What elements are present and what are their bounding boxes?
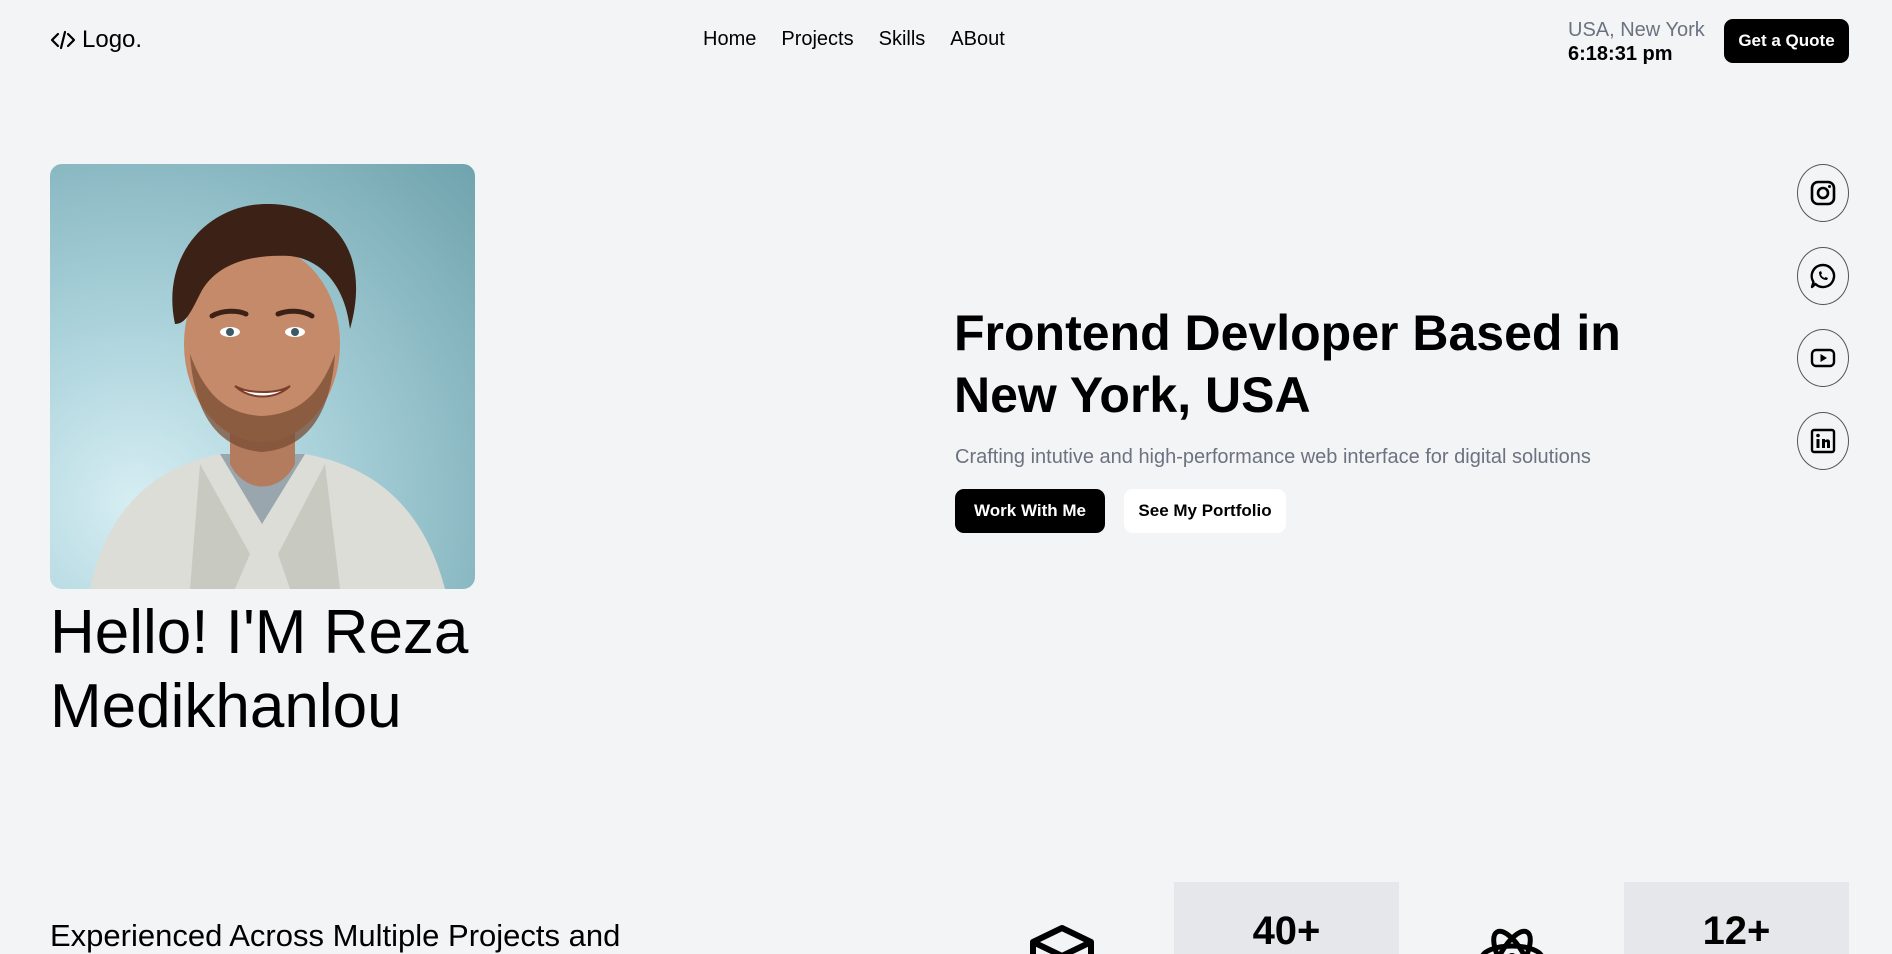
work-with-me-button[interactable]: Work With Me <box>955 489 1105 533</box>
logo-text: Logo. <box>82 26 143 53</box>
hero-title: Frontend Devloper Based in New York, USA <box>954 305 1621 423</box>
location-city: USA, New York <box>1568 19 1705 41</box>
location-clock: USA, New York 6:18:31 pm <box>1568 18 1705 66</box>
hero-subtitle: Crafting intutive and high-performance w… <box>955 446 1591 468</box>
whatsapp-link[interactable] <box>1797 247 1849 305</box>
nav-skills[interactable]: Skills <box>879 28 926 51</box>
code-icon <box>50 30 76 50</box>
profile-photo <box>50 164 475 589</box>
see-my-portfolio-button[interactable]: See My Portfolio <box>1124 489 1286 533</box>
youtube-link[interactable] <box>1797 329 1849 387</box>
experience-headline: Experienced Across Multiple Projects and <box>50 918 621 953</box>
page: Logo. Home Projects Skills ABout USA, Ne… <box>0 0 1892 954</box>
react-icon <box>1480 928 1544 954</box>
instagram-link[interactable] <box>1797 164 1849 222</box>
stat-value: 12+ <box>1702 909 1771 953</box>
linkedin-link[interactable] <box>1797 412 1849 470</box>
greeting-heading: Hello! I'M Reza Medikhanlou <box>50 598 469 741</box>
local-time: 6:18:31 pm <box>1568 43 1673 65</box>
youtube-icon <box>1810 348 1836 368</box>
person-illustration <box>90 203 445 589</box>
linkedin-icon <box>1810 428 1836 454</box>
instagram-icon <box>1810 180 1836 206</box>
nav-projects[interactable]: Projects <box>781 28 853 51</box>
main-nav: Home Projects Skills ABout <box>703 28 1005 51</box>
logo[interactable]: Logo. <box>50 26 142 54</box>
nav-home[interactable]: Home <box>703 28 756 51</box>
nav-about[interactable]: ABout <box>950 28 1004 51</box>
stat-projects: 40+ <box>1174 882 1399 954</box>
get-a-quote-button[interactable]: Get a Quote <box>1724 19 1849 63</box>
stat-skills: 12+ <box>1624 882 1849 954</box>
stat-value: 40+ <box>1252 909 1321 953</box>
cube-icon <box>1030 925 1094 954</box>
whatsapp-icon <box>1810 263 1836 289</box>
